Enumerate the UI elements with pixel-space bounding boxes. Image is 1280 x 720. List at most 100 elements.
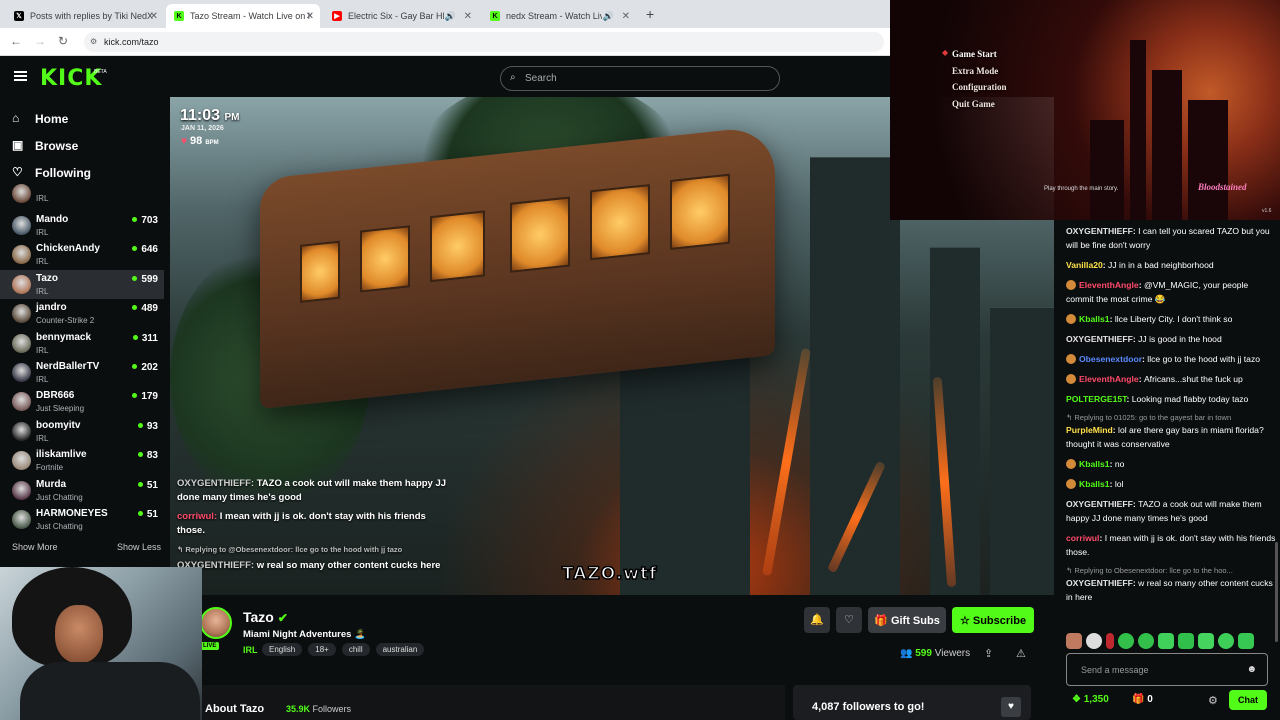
chat-message[interactable]: OXYGENTHIEFF: JJ is good in the hood <box>1066 332 1276 346</box>
chat-message[interactable]: Kballs1: lol <box>1066 477 1276 491</box>
emote-icon[interactable] <box>1086 633 1102 649</box>
emoji-picker-icon[interactable]: ☻ <box>1246 664 1257 675</box>
sidebar-channel[interactable]: jandro Counter-Strike 2 489 <box>0 299 164 328</box>
chat-username[interactable]: OXYGENTHIEFF <box>1066 578 1133 588</box>
game-menu-item[interactable]: Extra Mode <box>952 63 1007 80</box>
chat-message[interactable]: EleventhAngle: Africans...shut the fuck … <box>1066 372 1276 386</box>
browser-tab-0[interactable]: 𝕏 Posts with replies by Tiki NedX ✕ <box>6 4 164 28</box>
chat-message[interactable]: corriwul: I mean with jj is ok. don't st… <box>1066 531 1276 559</box>
channel-points[interactable]: ❖ 1,350 <box>1072 694 1109 705</box>
sidebar-channel[interactable]: HARMONEYES Just Chatting 51 <box>0 505 164 534</box>
nav-home[interactable]: ⌂ Home <box>0 109 170 136</box>
avatar[interactable] <box>200 607 232 639</box>
gift-subs-button[interactable]: 🎁 Gift Subs <box>868 607 946 633</box>
emote-icon[interactable] <box>1238 633 1254 649</box>
chat-username[interactable]: Obesenextdoor <box>1079 354 1142 364</box>
emote-icon[interactable] <box>1106 633 1114 649</box>
share-icon[interactable]: ⇪ <box>984 647 993 660</box>
sidebar-channel[interactable]: Murda Just Chatting 51 <box>0 476 164 505</box>
emote-icon[interactable] <box>1066 633 1082 649</box>
notification-bell-button[interactable]: 🔔 <box>804 607 830 633</box>
emote-icon[interactable] <box>1138 633 1154 649</box>
game-menu-item[interactable]: Configuration <box>952 79 1007 96</box>
emote-icon[interactable] <box>1178 633 1194 649</box>
chat-username[interactable]: OXYGENTHIEFF <box>1066 334 1133 344</box>
chat-username[interactable]: Vanilla20 <box>1066 260 1103 270</box>
chat-message[interactable]: ↰ Replying to 01025: go to the gayest ba… <box>1066 412 1276 451</box>
close-icon[interactable]: ✕ <box>622 11 630 22</box>
chat-message[interactable]: Kballs1: no <box>1066 457 1276 471</box>
chat-username[interactable]: EleventhAngle <box>1079 374 1139 384</box>
close-icon[interactable]: ✕ <box>306 11 314 22</box>
chat-message[interactable]: Kballs1: llce Liberty City. I don't thin… <box>1066 312 1276 326</box>
chat-message[interactable]: ↰ Replying to Obesenextdoor: llce go to … <box>1066 565 1276 604</box>
chat-username[interactable]: PurpleMind <box>1066 425 1113 435</box>
category-link[interactable]: IRL <box>243 645 258 655</box>
back-arrow-icon[interactable]: ← <box>10 34 22 48</box>
send-chat-button[interactable]: Chat <box>1229 690 1267 710</box>
emote-icon[interactable] <box>1118 633 1134 649</box>
sidebar-channel[interactable]: ChickenAndy IRL 646 <box>0 240 164 269</box>
chat-reply-context: ↰ Replying to 01025: go to the gayest ba… <box>1066 413 1232 422</box>
chat-username[interactable]: OXYGENTHIEFF <box>1066 499 1133 509</box>
chat-username[interactable]: corriwul <box>1066 533 1099 543</box>
live-dot-icon <box>137 452 143 458</box>
sidebar-channel[interactable]: IRL <box>0 184 164 211</box>
forward-arrow-icon[interactable]: → <box>34 34 46 48</box>
subscribe-button[interactable]: ☆ Subscribe <box>952 607 1034 633</box>
sidebar-channel[interactable]: iliskamlive Fortnite 83 <box>0 446 164 475</box>
chat-username[interactable]: Kballs1 <box>1079 459 1110 469</box>
chat-message[interactable]: Vanilla20: JJ in in a bad neighborhood <box>1066 258 1276 272</box>
goal-heart-button[interactable]: ♥ <box>1001 697 1021 717</box>
url-field[interactable]: ⚙ kick.com/tazo <box>84 32 884 52</box>
show-less-button[interactable]: Show Less <box>117 542 161 552</box>
chat-username[interactable]: POLTERGE15T <box>1066 394 1127 404</box>
chat-username[interactable]: EleventhAngle <box>1079 280 1139 290</box>
new-tab-button[interactable]: + <box>646 6 654 22</box>
chat-message[interactable]: OXYGENTHIEFF: I can tell you scared TAZO… <box>1066 224 1276 252</box>
streamer-name[interactable]: Tazo ✔ <box>243 609 288 625</box>
menu-icon[interactable] <box>14 71 27 81</box>
show-more-button[interactable]: Show More <box>12 542 58 552</box>
tag-chip[interactable]: chill <box>341 643 370 656</box>
emote-icon[interactable] <box>1218 633 1234 649</box>
live-dot-icon <box>132 275 138 281</box>
tag-chip[interactable]: 18+ <box>308 643 336 656</box>
sidebar-channel[interactable]: Tazo IRL 599 <box>0 269 164 300</box>
report-icon[interactable]: ⚠ <box>1016 647 1026 660</box>
speaker-icon[interactable]: 🔊 <box>603 11 614 22</box>
chat-scrollbar[interactable] <box>1275 542 1278 642</box>
game-menu-item[interactable]: Quit Game <box>952 96 1007 113</box>
chat-username[interactable]: Kballs1 <box>1079 314 1110 324</box>
sidebar-channel[interactable]: DBR666 Just Sleeping 179 <box>0 387 164 416</box>
site-info-icon[interactable]: ⚙ <box>90 37 97 46</box>
chat-message[interactable]: Obesenextdoor: llce go to the hood with … <box>1066 352 1276 366</box>
speaker-icon[interactable]: 🔊 <box>445 11 456 22</box>
chat-username[interactable]: OXYGENTHIEFF <box>1066 226 1133 236</box>
tag-chip[interactable]: English <box>262 643 303 656</box>
chat-message[interactable]: EleventhAngle: @VM_MAGIC, your people co… <box>1066 278 1276 306</box>
search-input[interactable]: ⌕ Search <box>500 66 780 91</box>
browser-tab-1[interactable]: K Tazo Stream - Watch Live on Ki ✕ <box>166 4 320 28</box>
chat-message-input[interactable]: Send a message ☻ <box>1066 653 1268 686</box>
browser-tab-3[interactable]: K nedx Stream - Watch Live c 🔊 ✕ <box>482 4 636 28</box>
nav-browse[interactable]: ▣ Browse <box>0 136 170 163</box>
tag-chip[interactable]: australian <box>375 643 425 656</box>
reload-icon[interactable]: ↻ <box>58 34 68 48</box>
emote-icon[interactable] <box>1198 633 1214 649</box>
sidebar-channel[interactable]: NerdBallerTV IRL 202 <box>0 358 164 387</box>
follow-heart-button[interactable]: ♡ <box>836 607 862 633</box>
close-icon[interactable]: ✕ <box>150 11 158 22</box>
kicks-balance[interactable]: 🎁 0 <box>1132 694 1153 705</box>
chat-message[interactable]: OXYGENTHIEFF: TAZO a cook out will make … <box>1066 497 1276 525</box>
sidebar-channel[interactable]: boomyitv IRL 93 <box>0 417 164 446</box>
chat-message[interactable]: POLTERGE15T: Looking mad flabby today ta… <box>1066 392 1276 406</box>
sidebar-channel[interactable]: Mando IRL 703 <box>0 211 164 240</box>
emote-icon[interactable] <box>1158 633 1174 649</box>
browser-tab-2[interactable]: ▶ Electric Six - Gay Bar HD - 🔊 ✕ <box>324 4 478 28</box>
chat-username[interactable]: Kballs1 <box>1079 479 1110 489</box>
sidebar-channel[interactable]: bennymack IRL 311 <box>0 329 164 358</box>
close-icon[interactable]: ✕ <box>464 11 472 22</box>
gear-icon[interactable]: ⚙ <box>1208 694 1218 707</box>
game-menu-item[interactable]: Game Start <box>952 46 1007 63</box>
